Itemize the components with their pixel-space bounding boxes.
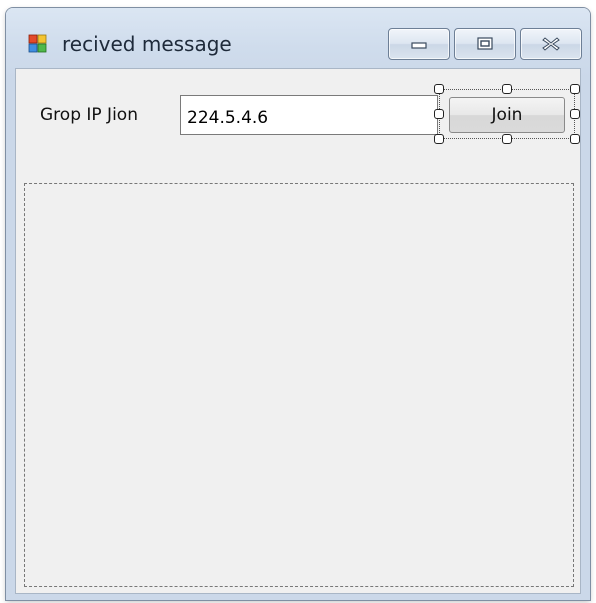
minimize-button[interactable] [388, 28, 450, 60]
title-bar[interactable]: recived message [6, 8, 590, 68]
window-title: recived message [62, 32, 232, 56]
resize-handle-bottom-right[interactable] [570, 134, 580, 144]
close-icon [542, 37, 560, 51]
form-client-area: Grop IP Jion Join [15, 68, 581, 594]
resize-handle-top-middle[interactable] [502, 84, 512, 94]
resize-handle-top-right[interactable] [570, 84, 580, 94]
maximize-button[interactable] [454, 28, 516, 60]
close-button[interactable] [520, 28, 582, 60]
resize-handle-top-left[interactable] [434, 84, 444, 94]
ip-label: Grop IP Jion [40, 105, 138, 125]
resize-handle-middle-right[interactable] [570, 109, 580, 119]
resize-handle-bottom-middle[interactable] [502, 134, 512, 144]
app-window-icon [28, 34, 47, 53]
resize-handle-middle-left[interactable] [434, 109, 444, 119]
app-window: recived message Grop IP Jion 224.5.4.6 J… [6, 8, 590, 600]
maximize-icon [477, 37, 493, 50]
message-list-area[interactable] [24, 183, 574, 587]
caption-buttons [388, 28, 582, 60]
minimize-icon [411, 42, 427, 49]
group-ip-input[interactable] [180, 95, 438, 135]
join-button[interactable]: Join [449, 97, 565, 133]
resize-handle-bottom-left[interactable] [434, 134, 444, 144]
